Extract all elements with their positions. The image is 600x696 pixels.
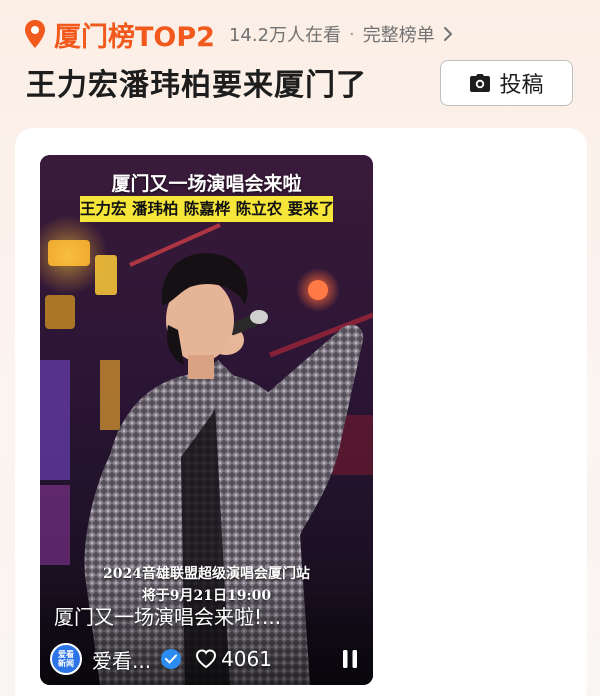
submit-label: 投稿 xyxy=(499,73,544,98)
cover-names-banner: 王力宏 潘玮柏 陈嘉桦 陈立农 要来了 xyxy=(80,196,334,222)
verified-check-icon xyxy=(161,649,182,669)
rank-row: 厦门榜TOP2 14.2万人在看 · 完整榜单 xyxy=(22,14,453,54)
like-count: 4061 xyxy=(221,647,272,671)
like-button[interactable]: 4061 xyxy=(195,647,272,671)
pause-icon[interactable] xyxy=(342,649,358,669)
separator-dot: · xyxy=(349,23,355,45)
avatar-text-line-2: 新闻 xyxy=(58,659,74,668)
video-caption[interactable]: 厦门又一场演唱会来啦!... xyxy=(54,601,281,630)
author-name[interactable]: 爱看... xyxy=(92,645,151,674)
location-pin-icon xyxy=(22,18,48,50)
page: 厦门榜TOP2 14.2万人在看 · 完整榜单 王力宏潘玮柏要来厦门了 投稿 厦… xyxy=(0,0,600,696)
video-player[interactable]: 厦门又一场演唱会来啦 王力宏 潘玮柏 陈嘉桦 陈立农 要来了 2024音雄联盟超… xyxy=(40,155,373,685)
full-list-label: 完整榜单 xyxy=(362,25,435,46)
rank-title[interactable]: 厦门榜TOP2 xyxy=(54,15,215,54)
camera-icon xyxy=(469,73,491,93)
avatar-text-line-1: 爱看 xyxy=(58,650,74,659)
author-row: 爱看 新闻 爱看... 4061 xyxy=(50,642,368,676)
page-title: 王力宏潘玮柏要来厦门了 xyxy=(26,68,367,103)
submit-button[interactable]: 投稿 xyxy=(440,60,573,106)
heart-outline-icon xyxy=(195,649,217,669)
cover-title: 厦门又一场演唱会来啦 xyxy=(111,173,302,195)
cover-event-title: 2024音雄联盟超级演唱会厦门站 xyxy=(103,566,310,582)
chevron-right-icon xyxy=(443,26,453,42)
full-list-link[interactable]: 完整榜单 xyxy=(363,21,453,47)
author-avatar[interactable]: 爱看 新闻 xyxy=(50,643,82,675)
viewer-count: 14.2万人在看 xyxy=(228,25,342,46)
